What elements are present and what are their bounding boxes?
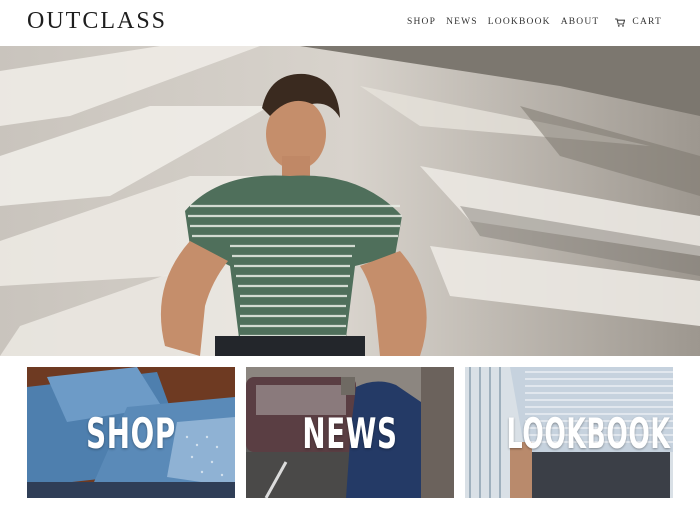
news-tile-label: NEWS bbox=[302, 409, 398, 458]
tile-lookbook[interactable]: LOOKBOOK bbox=[465, 367, 673, 498]
shop-tile-label: SHOP bbox=[86, 409, 176, 458]
cart-label: CART bbox=[632, 17, 662, 27]
nav-about[interactable]: ABOUT bbox=[561, 17, 600, 27]
main-nav: SHOP NEWS LOOKBOOK ABOUT CART bbox=[407, 17, 662, 27]
hero-image[interactable] bbox=[0, 46, 700, 356]
cart-link[interactable]: CART bbox=[615, 17, 662, 27]
site-header: OUTCLASS SHOP NEWS LOOKBOOK ABOUT CART bbox=[0, 0, 700, 46]
cart-icon bbox=[615, 17, 626, 27]
lookbook-tile-label: LOOKBOOK bbox=[506, 409, 671, 458]
nav-lookbook[interactable]: LOOKBOOK bbox=[488, 17, 551, 27]
tile-news[interactable]: NEWS bbox=[246, 367, 454, 498]
site-logo[interactable]: OUTCLASS bbox=[27, 8, 167, 35]
tile-shop[interactable]: SHOP bbox=[27, 367, 235, 498]
nav-news[interactable]: NEWS bbox=[446, 17, 478, 27]
hero-photo bbox=[0, 46, 700, 356]
nav-shop[interactable]: SHOP bbox=[407, 17, 436, 27]
